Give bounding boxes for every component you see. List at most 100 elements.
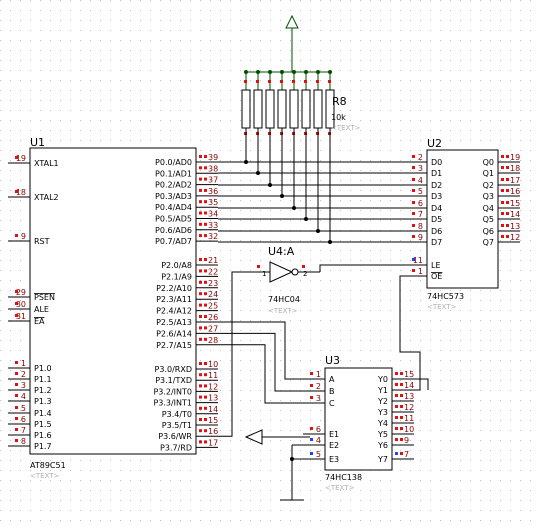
junction-dot <box>304 217 308 221</box>
u1-pin-marker <box>204 373 207 377</box>
u1-pin-num: 31 <box>16 312 26 321</box>
u2-pin-marker <box>412 269 415 272</box>
u3-pin-num: 13 <box>404 392 414 401</box>
u3-pin-num: 5 <box>316 450 321 459</box>
resistor-pin-marker <box>244 80 247 83</box>
u2-pin-marker <box>412 178 415 181</box>
u1-pin-marker <box>199 373 202 377</box>
u1-pin-num: 15 <box>208 416 218 425</box>
u2-pin-name: D2 <box>431 181 442 190</box>
u2-pin-name: Q1 <box>483 169 494 178</box>
u2-pin-num: 6 <box>418 199 423 208</box>
u2-pin-name: Q0 <box>483 158 494 167</box>
u4-pin1-marker <box>257 265 260 268</box>
u2-ref: U2 <box>427 137 442 150</box>
u2-pin-marker <box>506 155 509 158</box>
u3-pin-num: 10 <box>404 425 414 434</box>
u2-pin-marker <box>506 166 509 169</box>
u3-pin-name: Y1 <box>377 386 388 395</box>
u1-pin-marker <box>204 188 207 192</box>
u1-pin-marker <box>15 406 18 409</box>
u1-pin-marker <box>204 362 207 365</box>
u2-pin-num: 13 <box>510 222 520 231</box>
u2-pin-num: 9 <box>418 233 423 242</box>
u2-pin-name: D5 <box>431 215 442 224</box>
u2-pin-name: D3 <box>431 192 442 201</box>
junction-dot <box>268 70 272 74</box>
u3-pin-num: 11 <box>404 414 414 423</box>
u1-pin-name: P0.4/AD4 <box>155 203 192 212</box>
u1-pin-marker <box>199 269 202 273</box>
u1-pin-name: P2.0/A8 <box>161 261 192 270</box>
u3-text: <TEXT> <box>325 484 355 492</box>
u1-pin-num: 25 <box>208 302 218 311</box>
u1-pin-name: P1.3 <box>34 397 52 406</box>
u1-ref: U1 <box>30 136 45 149</box>
u1-pin-num: 13 <box>208 394 218 403</box>
u1-pin-marker <box>204 337 207 341</box>
u3-pin-name: Y0 <box>377 375 388 384</box>
u1-pin-name: P3.6/WR <box>158 432 192 441</box>
u1-pin-name: P2.6/A14 <box>156 329 192 338</box>
u2-pin-name: D0 <box>431 158 442 167</box>
u1-pin-marker <box>15 417 18 420</box>
u1-pin-num: 3 <box>21 381 26 390</box>
u1-pin-num: 19 <box>16 154 26 163</box>
u1-pin-num: 23 <box>208 279 218 288</box>
u1-pin-num: 29 <box>16 288 26 297</box>
u1-pin-num: 27 <box>208 324 218 333</box>
u2-pin-num: 2 <box>418 153 423 162</box>
u2-pin-marker <box>412 155 415 158</box>
u2-pin-num: 15 <box>510 199 520 208</box>
u2-text: <TEXT> <box>427 303 457 311</box>
u4-pin-out: 2 <box>303 270 307 278</box>
junction-dot <box>304 70 308 74</box>
u3-pin-num: 7 <box>404 450 409 459</box>
u2-pin-marker <box>506 178 509 181</box>
junction-dot <box>244 70 248 74</box>
u1-pin-marker <box>199 280 202 284</box>
u1-pin-num: 4 <box>21 392 26 401</box>
u2-pin-marker <box>501 178 504 181</box>
u3-pin-marker <box>400 416 403 419</box>
u3-pin-marker <box>395 438 398 441</box>
u1-pin-num: 10 <box>208 360 218 369</box>
u1-pin-name: P3.3/INT1 <box>153 399 192 408</box>
u2-pin-num: 14 <box>510 210 520 219</box>
u1-pin-name: ALE <box>34 305 49 314</box>
u3-pin-num: 15 <box>404 370 414 379</box>
u1-pin-name: P2.5/A13 <box>156 318 192 327</box>
resistor-pin-marker <box>316 80 319 83</box>
u3-pin-marker <box>310 438 313 441</box>
u2-pin-name: LE <box>431 261 441 270</box>
u1-pin-marker <box>199 234 202 238</box>
resistor-pin-marker <box>268 80 271 83</box>
junction-dot <box>292 206 296 210</box>
u3-pin-marker <box>310 372 313 375</box>
rp-ref: R8 <box>332 95 347 108</box>
u1-pin-num: 22 <box>208 267 218 276</box>
u3-pin-marker <box>310 384 313 387</box>
u1-pin-name: P3.0/RXD <box>155 365 192 374</box>
resistor-element <box>253 89 263 129</box>
u3-pin-marker <box>400 452 403 455</box>
u3-pin-name: Y4 <box>377 419 388 428</box>
u1-pin-name: P3.5/T1 <box>162 421 192 430</box>
u2-pin-marker <box>412 224 415 227</box>
u1-pin-name: P2.1/A9 <box>161 272 192 281</box>
u3-pin-name: E3 <box>329 455 339 464</box>
u1-chip[interactable]: U1 AT89C51 <TEXT> 19XTAL118XTAL29RST29PS… <box>8 136 218 480</box>
u3-pin-name: Y6 <box>377 441 388 450</box>
u1-pin-num: 38 <box>208 164 218 173</box>
u2-pin-name: Q2 <box>483 181 494 190</box>
u1-pin-marker <box>199 418 202 421</box>
u1-pin-marker <box>199 155 202 158</box>
u2-pin-marker <box>506 224 509 227</box>
u1-pin-num: 8 <box>21 437 26 446</box>
u2-pin-marker <box>412 201 415 204</box>
u3-pin-marker <box>310 452 313 455</box>
u3-pin-marker <box>395 427 398 430</box>
u1-pin-num: 9 <box>21 232 26 241</box>
u2-pin-num: 3 <box>418 164 423 173</box>
u1-pin-marker <box>204 406 207 410</box>
